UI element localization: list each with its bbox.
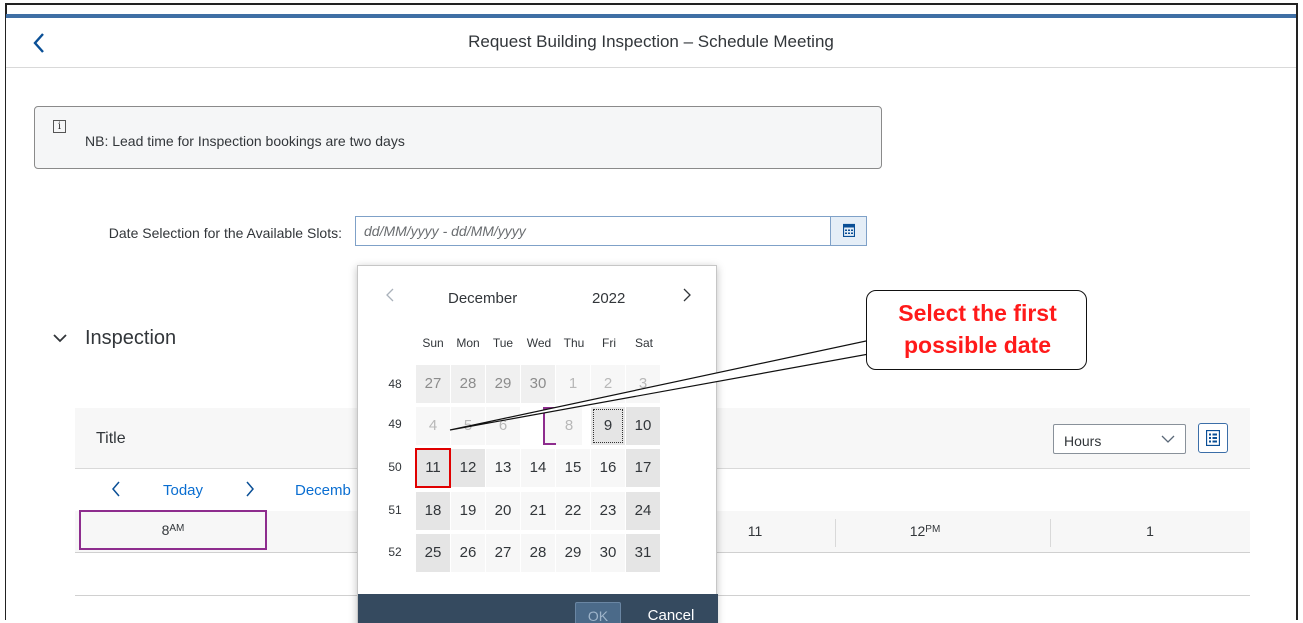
hour-cell-11[interactable]: 11 (705, 511, 805, 553)
info-icon: i (53, 120, 66, 133)
calendar-day[interactable]: 30 (521, 365, 555, 403)
calendar-day[interactable]: 25 (416, 534, 450, 572)
callout-text: Select the first possible date (867, 297, 1088, 361)
calendar-day[interactable]: 23 (591, 492, 625, 530)
week-number: 49 (388, 417, 402, 431)
section-title: Inspection (85, 326, 177, 349)
calendar-day[interactable]: 9 (591, 407, 625, 445)
calendar-day[interactable]: 22 (556, 492, 590, 530)
planning-title: Title (96, 430, 126, 447)
date-selection-label: Date Selection for the Available Slots: (108, 225, 342, 241)
hour-divider (835, 519, 836, 547)
calendar-day[interactable]: 17 (626, 449, 660, 487)
calendar-day[interactable]: 30 (591, 534, 625, 572)
calendar-day[interactable]: 20 (486, 492, 520, 530)
view-select-value: Hours (1064, 433, 1102, 449)
date-range-field (355, 216, 867, 246)
year-button[interactable]: 2022 (592, 290, 625, 307)
callout-line-1: Select the first (898, 300, 1057, 326)
hour-cell-12pm[interactable]: 12PM (875, 511, 975, 553)
calendar-day[interactable]: 26 (451, 534, 485, 572)
calendar-day[interactable]: 21 (521, 492, 555, 530)
hour-value: 1 (1146, 523, 1154, 539)
calendar-day[interactable]: 16 (591, 449, 625, 487)
calendar-day[interactable]: 10 (626, 407, 660, 445)
calendar-day[interactable]: 6 (486, 407, 520, 445)
week-number: 48 (388, 377, 402, 391)
next-month-button[interactable] (683, 288, 691, 302)
weekday-header: Thu (563, 336, 585, 350)
ok-button[interactable]: OK (575, 602, 621, 623)
inspection-section-toggle[interactable]: Inspection (53, 323, 176, 353)
hour-cell-8am[interactable]: 8AM (79, 510, 267, 550)
cancel-button[interactable]: Cancel (636, 602, 706, 623)
callout-box: Select the first possible date (866, 290, 1087, 370)
legend-button[interactable] (1198, 423, 1228, 453)
calendar-day[interactable]: 31 (626, 534, 660, 572)
week-number: 50 (388, 460, 402, 474)
view-select[interactable]: Hours (1053, 424, 1186, 454)
chevron-left-icon (112, 481, 120, 497)
week-number: 52 (388, 545, 402, 559)
app-window: Request Building Inspection – Schedule M… (6, 14, 1296, 623)
calendar-day[interactable]: 24 (626, 492, 660, 530)
hour-value: 12 (909, 523, 926, 539)
calendar-icon (843, 223, 855, 237)
calendar-day[interactable]: 29 (556, 534, 590, 572)
calendar-day[interactable]: 1 (556, 365, 590, 403)
calendar-day[interactable]: 28 (521, 534, 555, 572)
date-range-input[interactable] (356, 217, 826, 245)
calendar-day[interactable]: 27 (486, 534, 520, 572)
calendar-day[interactable]: 13 (486, 449, 520, 487)
calendar-day[interactable]: 15 (556, 449, 590, 487)
date-picker-popover: December 2022 Sun Mon Tue Wed Thu Fri Sa… (357, 265, 718, 623)
date-picker-footer: OK Cancel (358, 594, 718, 623)
hour-suffix: AM (169, 523, 185, 534)
today-button[interactable]: Today (163, 482, 203, 499)
calendar-day[interactable]: 28 (451, 365, 485, 403)
month-picker-link[interactable]: Decemb (295, 482, 351, 499)
weekday-header: Wed (526, 336, 552, 350)
callout-line-2: possible date (904, 332, 1051, 358)
month-button[interactable]: December (448, 290, 517, 307)
hour-divider (1050, 519, 1051, 547)
next-period-button[interactable] (245, 481, 261, 499)
weekday-header: Sun (422, 336, 444, 350)
calendar-day[interactable]: 18 (416, 492, 450, 530)
calendar-day[interactable]: 5 (451, 407, 485, 445)
weekday-header: Sat (634, 336, 653, 350)
chevron-right-icon (246, 481, 254, 497)
calendar-day[interactable]: 14 (521, 449, 555, 487)
chevron-down-icon (1161, 435, 1175, 443)
page-title: Request Building Inspection – Schedule M… (468, 32, 834, 51)
hour-suffix: PM (925, 524, 941, 535)
hour-cell-1[interactable]: 1 (1095, 511, 1205, 553)
calendar-day-selected[interactable]: 11 (415, 448, 451, 488)
calendar-day[interactable]: 27 (416, 365, 450, 403)
calendar-day[interactable]: 12 (451, 449, 485, 487)
calendar-day[interactable]: 29 (486, 365, 520, 403)
calendar-day[interactable]: 8 (556, 407, 582, 445)
calendar-toggle-button[interactable] (830, 217, 866, 245)
calendar-day[interactable]: 4 (416, 407, 450, 445)
calendar-day[interactable]: 2 (591, 365, 625, 403)
weekday-header: Tue (492, 336, 514, 350)
calendar-day[interactable]: 3 (626, 365, 660, 403)
info-message-strip: i NB: Lead time for Inspection bookings … (34, 106, 882, 169)
shell-bar: Request Building Inspection – Schedule M… (6, 18, 1296, 68)
message-text: NB: Lead time for Inspection bookings ar… (85, 133, 405, 149)
calendar-day[interactable]: 19 (451, 492, 485, 530)
weekday-header: Mon (456, 336, 480, 350)
previous-month-button[interactable] (386, 288, 394, 302)
chevron-down-icon (53, 333, 67, 342)
week-number: 51 (388, 503, 402, 517)
hour-value: 11 (747, 523, 763, 539)
weekday-header: Fri (602, 336, 616, 350)
date-picker-header: December 2022 (358, 266, 718, 307)
previous-period-button[interactable] (111, 481, 127, 499)
legend-icon (1206, 430, 1220, 446)
